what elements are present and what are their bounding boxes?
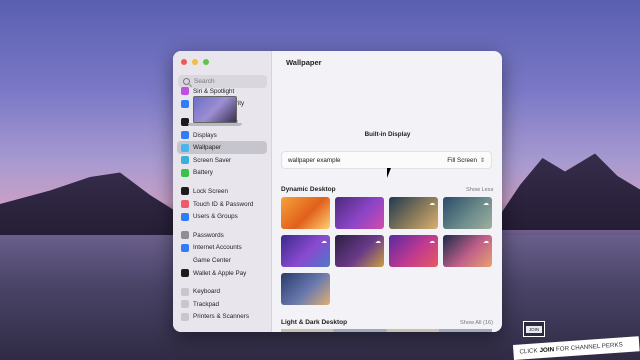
sidebar-item-label: Game Center (193, 256, 231, 264)
trackpad-icon (181, 300, 189, 309)
sidebar-item-internet-accounts[interactable]: Internet Accounts (177, 242, 267, 255)
displays-icon (181, 131, 189, 140)
search-icon (183, 78, 190, 85)
show-less-button[interactable]: Show Less (466, 187, 493, 193)
mouse-cursor (387, 168, 395, 178)
sidebar-item-lock-screen[interactable]: Lock Screen (177, 185, 267, 198)
cloud-download-icon: ☁ (429, 239, 435, 245)
sidebar-item-trackpad[interactable]: Trackpad (177, 298, 267, 311)
wallpaper-thumb-mojave-dusk[interactable]: ☁ (281, 235, 330, 267)
sidebar-item-touch-id-password[interactable]: Touch ID & Password (177, 198, 267, 211)
key-icon (181, 231, 189, 240)
wallpaper-thumb-monterey-purple[interactable] (335, 197, 384, 229)
fingerprint-icon (181, 200, 189, 209)
sidebar-item-wallpaper[interactable]: Wallpaper (177, 141, 267, 154)
chevron-updown-icon: ⇕ (479, 157, 485, 164)
sidebar-item-label: Wallpaper (193, 144, 222, 152)
sidebar-item-printers-scanners[interactable]: Printers & Scanners (177, 311, 267, 324)
cloud-download-icon: ☁ (483, 201, 489, 207)
sidebar-item-label: Siri & Spotlight (193, 87, 235, 95)
light-dark-thumb-strip[interactable] (281, 329, 492, 332)
battery-icon (181, 168, 189, 177)
sidebar-item-label: Users & Groups (193, 213, 238, 221)
sidebar-item-label: Trackpad (193, 300, 220, 308)
keyboard-icon (181, 287, 189, 296)
users-icon (181, 212, 189, 221)
cloud-download-icon: ☁ (375, 239, 381, 245)
wallpaper-thumb-monterey-violet[interactable]: ☁ (389, 235, 438, 267)
wallpaper-thumb-ventura-orange[interactable] (281, 197, 330, 229)
banner-post: FOR CHANNEL PERKS (555, 341, 623, 354)
page-title: Wallpaper (286, 58, 322, 67)
wallpaper-mountain-right (490, 153, 640, 230)
sidebar-item-label: Touch ID & Password (193, 200, 254, 208)
wallpaper-thumb-solar-gradient[interactable] (281, 273, 330, 305)
wallpaper-thumb-catalina-island[interactable]: ☁ (443, 197, 492, 229)
sidebar-item-displays[interactable]: Displays (177, 129, 267, 142)
sidebar-item-label: Screen Saver (193, 156, 232, 164)
hand-icon (181, 99, 189, 108)
search-input[interactable] (194, 78, 264, 85)
wallet-icon (181, 269, 189, 278)
game-center-icon (181, 256, 189, 265)
window-controls (181, 59, 209, 65)
wallpaper-thumb-coast-evening[interactable]: ☁ (443, 235, 492, 267)
wallpaper-name: wallpaper example (288, 156, 341, 164)
sidebar-item-label: Battery (193, 169, 213, 177)
close-button[interactable] (181, 59, 187, 65)
wallpaper-mountain-left (0, 172, 200, 240)
minimize-button[interactable] (192, 59, 198, 65)
sidebar-item-label: Passwords (193, 231, 224, 239)
sidebar-item-label: Lock Screen (193, 187, 229, 195)
siri-icon (181, 87, 189, 96)
printer-icon (181, 312, 189, 321)
wallpaper-icon (181, 143, 189, 152)
sidebar-item-users-groups[interactable]: Users & Groups (177, 210, 267, 223)
show-all-button[interactable]: Show All (16) (460, 320, 493, 326)
sidebar-item-label: Printers & Scanners (193, 313, 249, 321)
wallpaper-thumb-valley-dusk[interactable]: ☁ (335, 235, 384, 267)
dynamic-desktop-title: Dynamic Desktop (281, 186, 336, 193)
sidebar-item-label: Internet Accounts (193, 244, 242, 252)
cloud-download-icon: ☁ (429, 201, 435, 207)
at-icon (181, 243, 189, 252)
cloud-download-icon: ☁ (483, 239, 489, 245)
sidebar-item-label: Displays (193, 131, 217, 139)
lock-icon (181, 187, 189, 196)
light-dark-title: Light & Dark Desktop (281, 319, 348, 326)
sidebar-item-game-center[interactable]: Game Center (177, 254, 267, 267)
sidebar-item-battery[interactable]: Battery (177, 167, 267, 180)
sidebar: Siri & SpotlightPrivacy & SecurityDeskto… (173, 51, 272, 332)
display-preview-icon (193, 96, 237, 123)
sidebar-item-keyboard[interactable]: Keyboard (177, 285, 267, 298)
join-badge-label: JOIN (525, 325, 543, 333)
display-label: Built-in Display (364, 131, 411, 138)
zoom-button[interactable] (203, 59, 209, 65)
fill-mode-select[interactable]: Fill Screen ⇕ (447, 157, 485, 164)
sidebar-item-passwords[interactable]: Passwords (177, 229, 267, 242)
laptop-base (188, 123, 242, 126)
banner-pre: CLICK (519, 347, 538, 356)
join-badge[interactable]: JOIN (523, 321, 545, 337)
screen-saver-icon (181, 156, 189, 165)
sidebar-item-label: Wallet & Apple Pay (193, 269, 247, 277)
settings-window: Siri & SpotlightPrivacy & SecurityDeskto… (173, 51, 502, 332)
fill-mode-label: Fill Screen (447, 156, 477, 164)
wallpaper-thumb-big-sur-coast[interactable]: ☁ (389, 197, 438, 229)
cloud-download-icon: ☁ (321, 239, 327, 245)
sidebar-item-wallet-apple-pay[interactable]: Wallet & Apple Pay (177, 267, 267, 280)
sidebar-item-label: Keyboard (193, 288, 220, 296)
sidebar-item-screen-saver[interactable]: Screen Saver (177, 154, 267, 167)
wallpaper-row[interactable]: wallpaper example Fill Screen ⇕ (281, 151, 492, 169)
banner-join: JOIN (539, 346, 555, 355)
